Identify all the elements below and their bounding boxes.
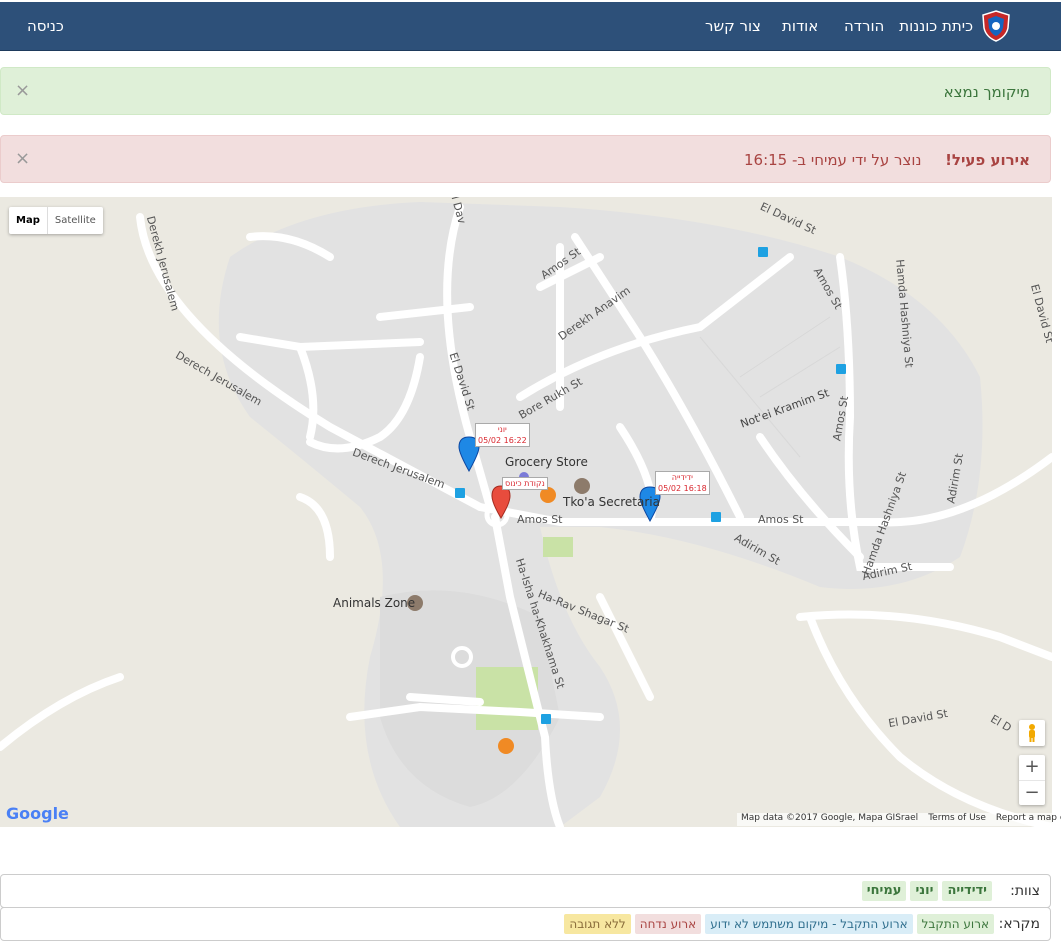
legend-accepted-unknown-location: ארוע התקבל - מיקום משתמש לא ידוע — [705, 914, 913, 934]
marker-name: נקודת כינוס — [505, 479, 545, 488]
legend-accepted: ארוע התקבל — [916, 914, 994, 934]
marker-label-yoni[interactable]: יוני 05/02 16:22 — [475, 423, 530, 447]
map-type-map-button[interactable]: Map — [9, 207, 47, 234]
alert-danger-text: אירוע פעיל! נוצר על ידי עמיחי ב- 16:15 — [744, 136, 1030, 184]
close-icon[interactable]: × — [15, 136, 30, 182]
nav-download[interactable]: הורדה — [844, 2, 884, 50]
brand[interactable]: כיתת כוננות — [899, 2, 1011, 50]
report-map-error-link[interactable]: Report a map error — [996, 813, 1061, 826]
marker-label-gathering-point[interactable]: נקודת כינוס — [502, 477, 548, 490]
street-label: Amos St — [517, 513, 563, 526]
zoom-control: + − — [1019, 755, 1045, 805]
map-attribution: Map data ©2017 Google, Mapa GISrael Term… — [737, 813, 1061, 826]
shield-logo-icon — [982, 10, 1010, 42]
team-member-chip: יוני — [910, 881, 939, 901]
alert-danger-strong: אירוע פעיל! — [945, 151, 1030, 169]
team-members: ידידייה יוני עמיחי — [861, 881, 992, 901]
poi-tkoa-secretariat[interactable]: Tko'a Secretaria — [563, 495, 660, 509]
team-member-chip: ידידייה — [942, 881, 992, 901]
google-logo[interactable]: Google — [6, 804, 69, 823]
legend-rejected: ארוע נדחה — [634, 914, 702, 934]
brand-text: כיתת כוננות — [899, 17, 973, 35]
marker-label-yedidya[interactable]: ידידייה 05/02 16:18 — [655, 471, 710, 495]
team-label: צוות: — [1010, 883, 1040, 899]
nav-contact[interactable]: צור קשר — [705, 2, 761, 50]
alert-success-text: מיקומך נמצא — [943, 83, 1030, 101]
nav-about[interactable]: אודות — [782, 2, 818, 50]
map-type-satellite-button[interactable]: Satellite — [46, 207, 103, 234]
marker-name: יוני — [497, 425, 507, 434]
pegman-icon — [1029, 724, 1035, 742]
map[interactable]: Derekh Jerusalem Derech Jerusalem Derech… — [0, 197, 1052, 827]
location-found-alert: מיקומך נמצא × — [0, 67, 1051, 115]
nav-login[interactable]: כניסה — [27, 2, 64, 50]
legend-no-response: ללא תגובה — [564, 914, 631, 934]
marker-name: ידידייה — [671, 473, 693, 482]
navbar: כיתת כוננות הורדה אודות צור קשר כניסה — [0, 2, 1061, 51]
street-view-pegman-icon[interactable] — [1019, 720, 1045, 746]
marker-time: 05/02 16:18 — [658, 484, 707, 493]
map-data-text: Map data ©2017 Google, Mapa GISrael — [741, 813, 919, 823]
team-row: צוות: ידידייה יוני עמיחי — [0, 874, 1051, 908]
poi-grocery-store[interactable]: Grocery Store — [505, 455, 588, 469]
alert-danger-detail: נוצר על ידי עמיחי ב- 16:15 — [743, 151, 922, 169]
legend-row: מקרא: ארוע התקבל ארוע התקבל - מיקום משתמ… — [0, 907, 1051, 941]
marker-time: 05/02 16:22 — [478, 436, 527, 445]
poi-animals-zone[interactable]: Animals Zone — [333, 596, 415, 610]
map-type-control: Map Satellite — [9, 207, 103, 234]
zoom-in-button[interactable]: + — [1019, 755, 1045, 781]
close-icon[interactable]: × — [15, 68, 30, 114]
team-member-chip: עמיחי — [861, 881, 907, 901]
terms-of-use-link[interactable]: Terms of Use — [928, 813, 986, 826]
legend-items: ארוע התקבל ארוע התקבל - מיקום משתמש לא י… — [564, 914, 994, 934]
active-event-alert: אירוע פעיל! נוצר על ידי עמיחי ב- 16:15 × — [0, 135, 1051, 183]
zoom-out-button[interactable]: − — [1019, 781, 1045, 806]
legend-label: מקרא: — [998, 916, 1040, 932]
street-label: Amos St — [758, 513, 804, 526]
